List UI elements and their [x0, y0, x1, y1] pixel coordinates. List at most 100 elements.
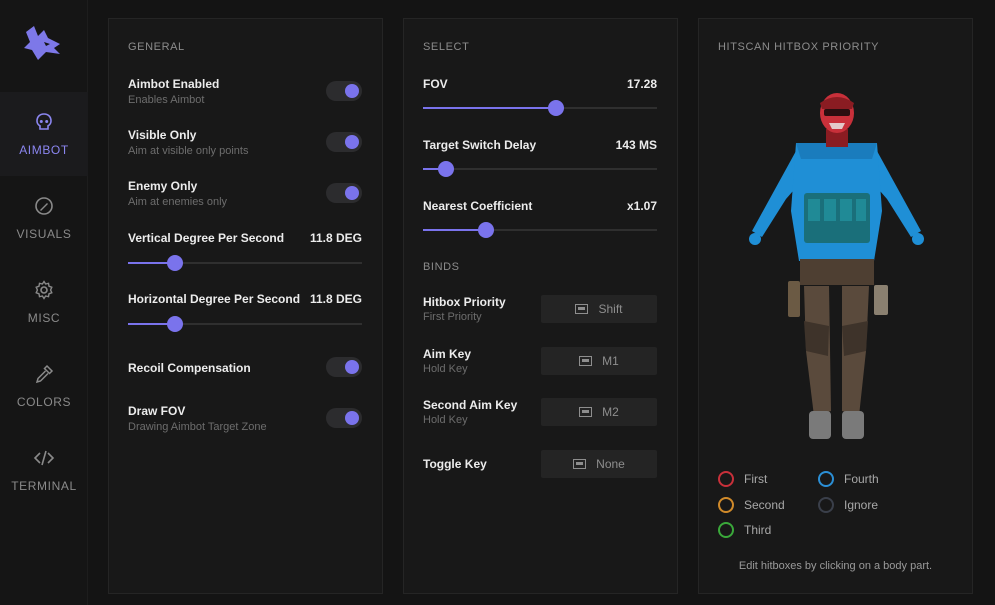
vertical-degree-value: 11.8 DEG — [309, 231, 362, 245]
sidebar-item-aimbot[interactable]: AIMBOT — [0, 92, 88, 176]
aimbot-enabled-row: Aimbot Enabled Enables Aimbot — [128, 77, 362, 109]
aim-key-bind-row: Aim Key Hold Key M1 — [423, 347, 657, 375]
bind-key: M1 — [602, 354, 619, 368]
binds-title: BINDS — [423, 261, 460, 273]
enemy-only-toggle[interactable] — [326, 183, 362, 203]
sidebar-item-label: AIMBOT — [19, 143, 69, 157]
legend-label: Ignore — [844, 498, 879, 512]
legend-label: Third — [744, 523, 772, 537]
slider-thumb[interactable] — [478, 222, 495, 238]
legend-dot — [718, 497, 734, 513]
pelvis-hitbox[interactable] — [800, 259, 874, 285]
hitbox-panel: HITSCAN HITBOX PRIORITY First Fourth Sec… — [698, 18, 973, 594]
second-aim-key-bind-row: Second Aim Key Hold Key M2 — [423, 398, 657, 426]
sidebar-item-misc[interactable]: MISC — [0, 260, 88, 344]
visible-only-row: Visible Only Aim at visible only points — [128, 128, 362, 160]
legend-label: Fourth — [844, 472, 879, 486]
horizontal-degree-value: 11.8 DEG — [309, 292, 362, 306]
horizontal-degree-slider[interactable] — [128, 316, 362, 332]
sidebar: AIMBOT VISUALS MISC COLORS TERMINAL — [0, 0, 88, 605]
sidebar-item-label: COLORS — [16, 395, 72, 409]
toggle-knob — [345, 360, 359, 374]
aimbot-enabled-toggle[interactable] — [326, 81, 362, 101]
draw-fov-row: Draw FOV Drawing Aimbot Target Zone — [128, 404, 362, 436]
keyboard-icon — [573, 459, 587, 469]
legend-fourth[interactable]: Fourth — [818, 471, 879, 487]
legend-first[interactable]: First — [718, 471, 767, 487]
fov-row: FOV 17.28 — [423, 77, 657, 117]
recoil-row: Recoil Compensation — [128, 357, 362, 382]
right-foot-hitbox[interactable] — [842, 411, 864, 439]
slider-track — [423, 168, 657, 170]
toggle-knob — [345, 135, 359, 149]
wolf-logo-icon — [24, 26, 60, 60]
switch-delay-slider[interactable] — [423, 161, 657, 177]
fov-label: FOV — [423, 77, 448, 91]
vertical-degree-slider[interactable] — [128, 255, 362, 271]
horizontal-degree-row: Horizontal Degree Per Second 11.8 DEG — [128, 292, 362, 332]
slider-fill — [423, 229, 487, 231]
slider-thumb[interactable] — [166, 316, 183, 332]
legend-label: First — [744, 472, 768, 486]
toggle-knob — [345, 84, 359, 98]
select-title: SELECT — [423, 41, 470, 53]
legend-second[interactable]: Second — [718, 497, 785, 513]
sidebar-item-label: MISC — [27, 311, 61, 325]
code-icon — [33, 450, 55, 466]
bind-key: None — [596, 457, 625, 471]
toggle-key-bind-button[interactable]: None — [541, 450, 657, 478]
legend-label: Second — [744, 498, 785, 512]
slider-thumb[interactable] — [166, 255, 183, 271]
sidebar-item-visuals[interactable]: VISUALS — [0, 176, 88, 260]
sidebar-item-label: VISUALS — [16, 227, 72, 241]
aim-key-bind-button[interactable]: M1 — [541, 347, 657, 375]
switch-delay-value: 143 MS — [615, 138, 657, 152]
nearest-coefficient-value: x1.07 — [626, 199, 657, 213]
select-panel: SELECT FOV 17.28 Target Switch Delay 143… — [403, 18, 678, 594]
toggle-key-bind-row: Toggle Key None — [423, 450, 657, 478]
legend-dot — [818, 471, 834, 487]
bind-key: M2 — [602, 405, 619, 419]
legend-dot — [718, 522, 734, 538]
fov-value: 17.28 — [626, 77, 657, 91]
hitbox-priority-bind-button[interactable]: Shift — [541, 295, 657, 323]
vertical-degree-row: Vertical Degree Per Second 11.8 DEG — [128, 231, 362, 271]
slider-thumb[interactable] — [438, 161, 455, 177]
recoil-toggle[interactable] — [326, 357, 362, 377]
general-title: GENERAL — [128, 41, 185, 53]
general-panel: GENERAL Aimbot Enabled Enables Aimbot Vi… — [108, 18, 383, 594]
slider-fill — [423, 107, 557, 109]
visuals-icon — [35, 197, 53, 215]
visible-only-toggle[interactable] — [326, 132, 362, 152]
legend-ignore[interactable]: Ignore — [818, 497, 878, 513]
second-aim-key-bind-button[interactable]: M2 — [541, 398, 657, 426]
toggle-knob — [345, 186, 359, 200]
legend-dot — [718, 471, 734, 487]
draw-fov-toggle[interactable] — [326, 408, 362, 428]
character-model — [749, 93, 924, 439]
fov-slider[interactable] — [423, 100, 657, 116]
keyboard-icon — [579, 356, 593, 366]
enemy-only-row: Enemy Only Aim at enemies only — [128, 179, 362, 211]
toggle-knob — [345, 411, 359, 425]
sidebar-item-terminal[interactable]: TERMINAL — [0, 428, 88, 512]
legend-dot — [818, 497, 834, 513]
nearest-coefficient-slider[interactable] — [423, 222, 657, 238]
hitbox-hint: Edit hitboxes by clicking on a body part… — [738, 560, 933, 572]
sidebar-item-colors[interactable]: COLORS — [0, 344, 88, 428]
left-foot-hitbox[interactable] — [809, 411, 831, 439]
hitbox-priority-bind-row: Hitbox Priority First Priority Shift — [423, 295, 657, 323]
gear-icon — [35, 280, 53, 300]
switch-delay-row: Target Switch Delay 143 MS — [423, 138, 657, 178]
eyedropper-icon — [35, 364, 54, 384]
nearest-coefficient-label: Nearest Coefficient — [423, 199, 533, 213]
slider-thumb[interactable] — [548, 100, 565, 116]
keyboard-icon — [579, 407, 593, 417]
legend-third[interactable]: Third — [718, 522, 771, 538]
skull-icon — [36, 113, 52, 130]
bind-key: Shift — [598, 302, 623, 316]
nearest-coefficient-row: Nearest Coefficient x1.07 — [423, 199, 657, 239]
keyboard-icon — [575, 304, 589, 314]
sidebar-item-label: TERMINAL — [11, 479, 77, 493]
hitbox-title: HITSCAN HITBOX PRIORITY — [718, 41, 880, 53]
